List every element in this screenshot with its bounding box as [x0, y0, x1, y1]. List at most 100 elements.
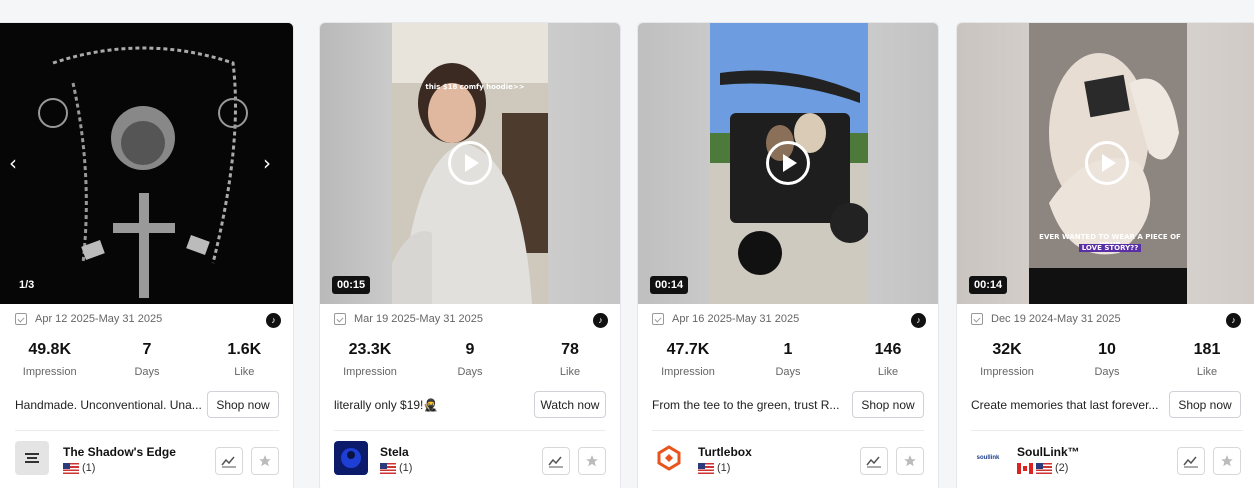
trend-chart-icon	[548, 456, 563, 468]
play-icon[interactable]	[1085, 141, 1129, 185]
date-range: Apr 16 2025-May 31 2025	[672, 313, 800, 325]
like-label: Like	[1196, 366, 1218, 378]
watch-now-button[interactable]: Watch now	[534, 391, 606, 418]
calendar-icon	[971, 313, 983, 325]
video-duration: 00:14	[650, 276, 689, 294]
days-label: Days	[775, 366, 801, 378]
star-icon	[586, 455, 598, 467]
tiktok-icon: ♪	[266, 313, 281, 328]
us-flag-icon	[63, 462, 79, 474]
days-value: 7	[142, 341, 152, 358]
play-icon[interactable]	[448, 141, 492, 185]
video-caption-line-2: LOVE STORY??	[1079, 244, 1141, 252]
calendar-icon	[15, 313, 27, 325]
shop-logo[interactable]	[334, 441, 368, 475]
shop-logo-text: soullink	[976, 455, 1000, 461]
like-label: Like	[877, 366, 899, 378]
impression-label: Impression	[661, 366, 715, 378]
prev-arrow-icon[interactable]: ‹	[9, 151, 17, 175]
shop-now-button[interactable]: Shop now	[1169, 391, 1241, 418]
tiktok-icon: ♪	[911, 313, 926, 328]
days-value: 1	[783, 341, 793, 358]
region-count: (2)	[1055, 462, 1069, 474]
region-count: (1)	[717, 462, 731, 474]
ad-card[interactable]: this $18 comfy hoodie>> 00:15 Mar 19 202…	[319, 22, 621, 488]
days-label: Days	[1094, 366, 1120, 378]
analytics-button[interactable]	[860, 447, 888, 475]
ad-description: From the tee to the green, trust R...	[652, 398, 840, 412]
play-icon[interactable]	[766, 141, 810, 185]
shop-name[interactable]: The Shadow's Edge	[63, 445, 176, 459]
impression-value: 32K	[992, 341, 1022, 358]
favorite-button[interactable]	[1213, 447, 1241, 475]
us-flag-icon	[380, 462, 396, 474]
analytics-button[interactable]	[1177, 447, 1205, 475]
date-range-row: Apr 16 2025-May 31 2025	[652, 313, 799, 325]
video-duration: 00:14	[969, 276, 1008, 294]
stats-row: 49.8K Impression 7 Days 1.6K Like	[0, 341, 293, 378]
like-value: 181	[1193, 341, 1221, 358]
shop-now-button[interactable]: Shop now	[852, 391, 924, 418]
next-arrow-icon[interactable]: ›	[263, 151, 271, 175]
ad-card[interactable]: ‹ › 1/3 Apr 12 2025-May 31 2025 ♪ 49.8K I…	[0, 22, 294, 488]
star-icon	[259, 455, 271, 467]
impression-label: Impression	[343, 366, 397, 378]
ad-media-carousel[interactable]: ‹ › 1/3	[0, 23, 293, 304]
shop-regions: (1)	[63, 462, 95, 474]
divider	[652, 430, 924, 431]
trend-chart-icon	[1183, 456, 1198, 468]
analytics-button[interactable]	[542, 447, 570, 475]
shop-name[interactable]: Turtlebox	[698, 445, 752, 459]
impression-value: 47.7K	[666, 341, 710, 358]
impression-value: 49.8K	[28, 341, 72, 358]
star-icon	[1221, 455, 1233, 467]
divider	[971, 430, 1243, 431]
impression-label: Impression	[22, 366, 77, 378]
ad-description: Create memories that last forever...	[971, 398, 1159, 412]
favorite-button[interactable]	[578, 447, 606, 475]
region-count: (1)	[399, 462, 413, 474]
date-range-row: Apr 12 2025-May 31 2025	[15, 313, 162, 325]
like-label: Like	[559, 366, 581, 378]
ad-card[interactable]: 00:14 Apr 16 2025-May 31 2025 ♪ 47.7K Imp…	[637, 22, 939, 488]
product-ad-grid: ‹ › 1/3 Apr 12 2025-May 31 2025 ♪ 49.8K I…	[0, 0, 1254, 488]
shop-now-button[interactable]: Shop now	[207, 391, 279, 418]
impression-value: 23.3K	[348, 341, 392, 358]
ad-description: Handmade. Unconventional. Una...	[15, 398, 202, 412]
ad-video[interactable]: this $18 comfy hoodie>> 00:15	[320, 23, 620, 304]
like-value: 78	[561, 341, 579, 358]
like-value: 146	[874, 341, 902, 358]
shop-name[interactable]: SoulLink™	[1017, 445, 1080, 459]
video-duration: 00:15	[332, 276, 371, 294]
ad-video[interactable]: 00:14	[638, 23, 938, 304]
us-flag-icon	[698, 462, 714, 474]
product-image	[0, 23, 293, 304]
media-counter: 1/3	[19, 279, 35, 291]
stats-row: 32K Impression 10 Days 181 Like	[957, 341, 1254, 378]
trend-chart-icon	[866, 456, 881, 468]
canada-flag-icon	[1017, 462, 1033, 474]
days-label: Days	[457, 366, 483, 378]
ad-video[interactable]: EVER WANTED TO WEAR A PIECE OF YOUR LOVE…	[957, 23, 1254, 304]
favorite-button[interactable]	[251, 447, 279, 475]
days-label: Days	[134, 366, 160, 378]
shop-logo[interactable]	[15, 441, 49, 475]
analytics-button[interactable]	[215, 447, 243, 475]
shop-regions: (1)	[698, 462, 730, 474]
favorite-button[interactable]	[896, 447, 924, 475]
shop-regions: (2)	[1017, 462, 1068, 474]
shop-logo[interactable]	[652, 441, 686, 475]
video-caption: this $18 comfy hoodie>>	[425, 83, 525, 91]
tiktok-icon: ♪	[593, 313, 608, 328]
tiktok-icon: ♪	[1226, 313, 1241, 328]
calendar-icon	[334, 313, 346, 325]
shop-regions: (1)	[380, 462, 412, 474]
us-flag-icon	[1036, 462, 1052, 474]
ad-description: literally only $19!🥷	[334, 398, 439, 412]
shop-name[interactable]: Stela	[380, 445, 409, 459]
date-range-row: Mar 19 2025-May 31 2025	[334, 313, 483, 325]
days-value: 9	[465, 341, 475, 358]
shop-logo[interactable]: soullink	[971, 441, 1005, 475]
impression-label: Impression	[980, 366, 1034, 378]
ad-card[interactable]: EVER WANTED TO WEAR A PIECE OF YOUR LOVE…	[956, 22, 1254, 488]
